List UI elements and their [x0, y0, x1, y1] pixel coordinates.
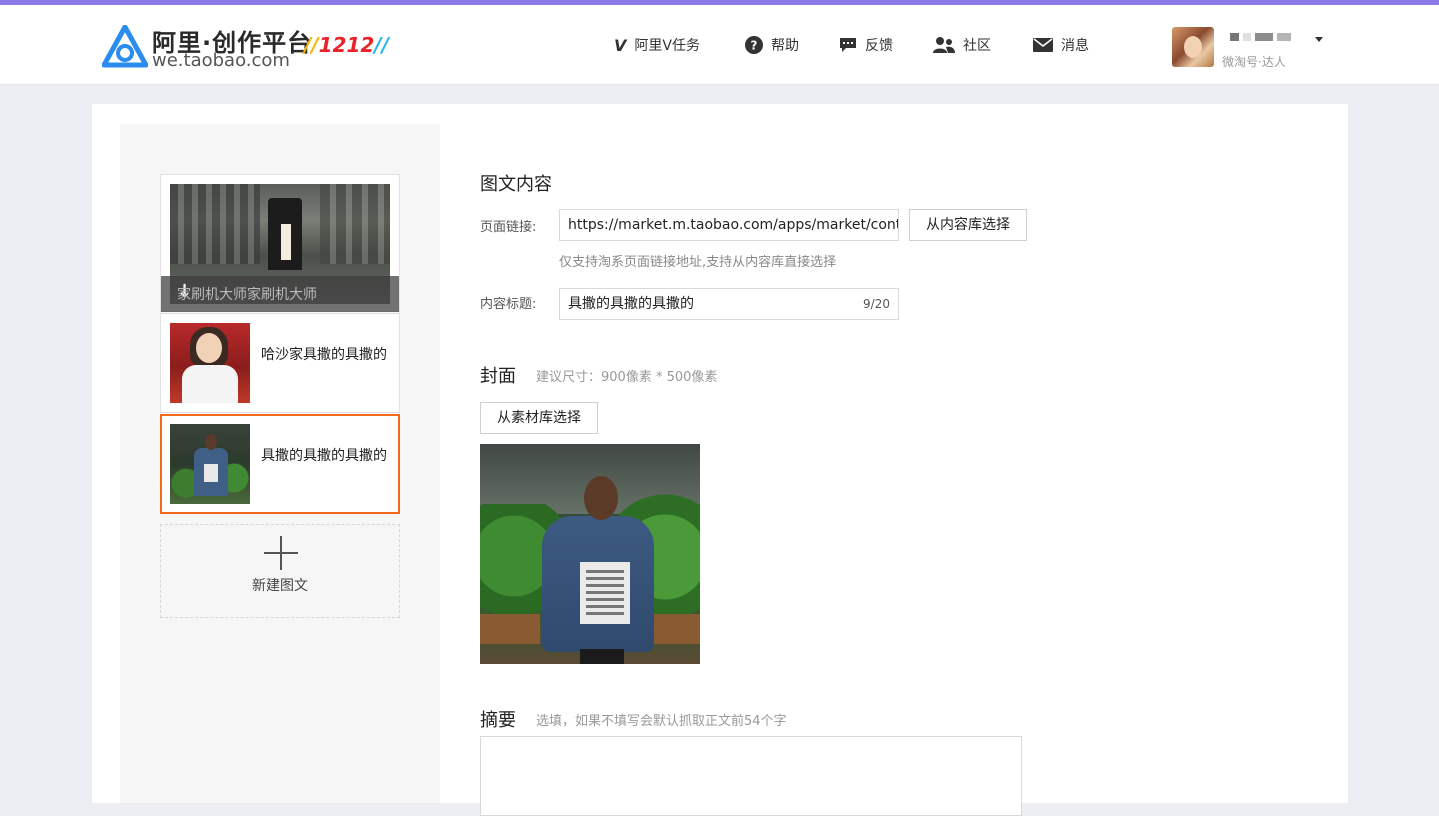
event-badge: //1212//: [304, 33, 389, 57]
link-label: 页面链接:: [480, 220, 537, 235]
section-title-content: 图文内容: [480, 174, 552, 195]
article-thumbnail: [170, 424, 250, 504]
card-title: 哈沙家具撒的具撒的: [261, 347, 387, 363]
help-icon: ?: [745, 36, 763, 54]
card-title-overlay: ↓ 家刷机大师家刷机大师: [161, 276, 399, 312]
nav-community[interactable]: 社区: [933, 33, 991, 57]
plus-icon: [264, 536, 298, 570]
user-role: 微淘号·达人: [1222, 55, 1286, 69]
title-input-value: 具撒的具撒的具撒的: [568, 296, 694, 312]
cover-size-hint: 建议尺寸：900像素 * 500像素: [536, 370, 718, 385]
title-char-counter: 9/20: [863, 297, 890, 311]
caret-down-icon[interactable]: [1315, 37, 1323, 42]
select-from-library-button[interactable]: 从内容库选择: [909, 209, 1027, 241]
section-title-cover: 封面: [480, 366, 516, 387]
article-card-selected[interactable]: 具撒的具撒的具撒的: [160, 414, 400, 514]
section-title-summary: 摘要: [480, 710, 516, 731]
article-thumbnail: [170, 323, 250, 403]
nav-message[interactable]: 消息: [1033, 33, 1089, 57]
select-from-materials-button[interactable]: 从素材库选择: [480, 402, 598, 434]
message-icon: [1033, 38, 1053, 52]
new-article-label: 新建图文: [252, 578, 308, 594]
nav-v-task[interactable]: V 阿里V任务: [614, 33, 700, 57]
logo-mark-icon: [102, 25, 148, 68]
link-input[interactable]: https://market.m.taobao.com/apps/market/…: [559, 209, 899, 241]
card-title: 家刷机大师家刷机大师: [177, 287, 317, 303]
nav-feedback[interactable]: 反馈: [839, 33, 893, 57]
logo-url: we.taobao.com: [152, 50, 290, 71]
v-icon: V: [614, 35, 627, 55]
summary-hint: 选填，如果不填写会默认抓取正文前54个字: [536, 714, 787, 729]
article-card-cover[interactable]: ↓ 家刷机大师家刷机大师: [160, 174, 400, 312]
card-title: 具撒的具撒的具撒的: [261, 448, 387, 464]
nav-community-label: 社区: [963, 38, 991, 54]
nav-feedback-label: 反馈: [865, 38, 893, 54]
logo[interactable]: 阿里·创作平台 we.taobao.com //1212//: [102, 23, 392, 71]
summary-textarea[interactable]: [480, 736, 1022, 816]
cover-image[interactable]: [480, 444, 700, 664]
article-card[interactable]: 哈沙家具撒的具撒的: [160, 313, 400, 413]
user-name-redacted: [1230, 33, 1291, 41]
event-badge-text: 1212: [318, 33, 375, 57]
feedback-icon: [840, 38, 856, 52]
link-hint: 仅支持淘系页面链接地址,支持从内容库直接选择: [559, 255, 837, 270]
nav-help-label: 帮助: [771, 38, 799, 54]
nav-message-label: 消息: [1061, 38, 1089, 54]
svg-text:?: ?: [751, 39, 758, 53]
avatar[interactable]: [1172, 27, 1214, 67]
nav-help[interactable]: ? 帮助: [745, 33, 799, 57]
header: 阿里·创作平台 we.taobao.com //1212// V 阿里V任务 ?…: [0, 5, 1439, 85]
user-menu[interactable]: 微淘号·达人: [1172, 27, 1332, 71]
nav-v-task-label: 阿里V任务: [634, 38, 700, 54]
community-icon: [933, 37, 955, 53]
title-label: 内容标题:: [480, 297, 537, 312]
new-article-button[interactable]: 新建图文: [160, 524, 400, 618]
title-input[interactable]: 具撒的具撒的具撒的 9/20: [559, 288, 899, 320]
